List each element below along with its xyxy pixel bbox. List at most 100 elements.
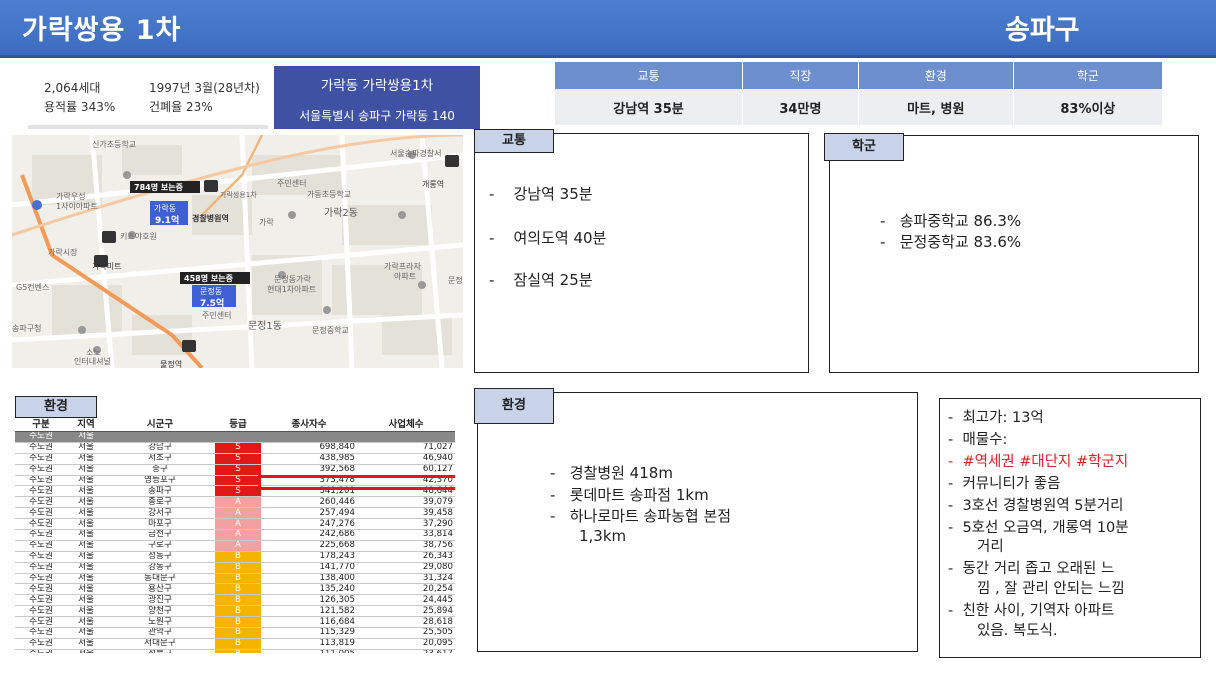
table-cell: 38,756 bbox=[357, 540, 455, 552]
table-cell: 동대문구 bbox=[105, 573, 215, 585]
table-cell: S bbox=[215, 464, 261, 476]
table-cell: 25,894 bbox=[357, 605, 455, 618]
table-cell: 강서구 bbox=[105, 507, 215, 520]
table-cell: 수도권 bbox=[15, 540, 67, 552]
table-cell: 28,618 bbox=[357, 616, 455, 629]
traffic-item-text: 여의도역 40분 bbox=[513, 229, 607, 247]
environment-item: - 하나로마트 송파농협 본점 bbox=[550, 507, 732, 525]
table-cell: 서울 bbox=[67, 475, 105, 487]
note-text-cont: 낌 , 잘 관리 안되는 느낌 bbox=[977, 581, 1125, 597]
map-label: 아파트 bbox=[394, 272, 417, 281]
table-cell: 서울 bbox=[67, 453, 105, 465]
traffic-tag: 교통 bbox=[474, 129, 554, 153]
table-cell: 영등포구 bbox=[105, 475, 215, 487]
table-cell: 마포구 bbox=[105, 518, 215, 531]
map-label: 문정중학교 bbox=[312, 326, 349, 335]
building-coverage-ratio: 건폐율 23% bbox=[149, 100, 213, 114]
table-row: 수도권 서울 종로구 A 260,446 39,079 bbox=[15, 496, 455, 509]
table-cell: S bbox=[215, 475, 261, 487]
table-cell: B bbox=[215, 627, 261, 639]
table-cell: 135,240 bbox=[261, 583, 357, 596]
map-view[interactable]: 신가초등학교 서울송파경찰서 784명 보는중 가락동 9.1억 경찰병원역 가… bbox=[12, 135, 463, 368]
table-cell: 수도권 bbox=[15, 627, 67, 639]
table-cell: S bbox=[215, 442, 261, 454]
table-cell: 서울 bbox=[67, 573, 105, 585]
table-cell: 송파구 bbox=[105, 485, 215, 498]
map-label: 주민센터 bbox=[202, 311, 232, 320]
table-cell: 노원구 bbox=[105, 616, 215, 629]
households: 2,064세대 bbox=[44, 81, 101, 95]
table-cell: B bbox=[215, 583, 261, 596]
map-label: 현대1차아파트 bbox=[267, 285, 317, 294]
table-cell: B bbox=[215, 573, 261, 585]
note-item: - 동간 거리 좁고 오래된 느 bbox=[948, 561, 1115, 577]
table-cell: 31,324 bbox=[357, 573, 455, 585]
map-label: 가락미트 bbox=[92, 262, 122, 271]
table-cell: 46,940 bbox=[357, 453, 455, 465]
table-cell: 서울 bbox=[67, 485, 105, 498]
table-cell: S bbox=[215, 485, 261, 498]
table-cell: 서울 bbox=[67, 594, 105, 607]
apartment-address: 서울특별시 송파구 가락동 140 bbox=[299, 109, 455, 123]
page-title: 가락쌍용 1차 bbox=[22, 15, 182, 46]
table-cell: 25,505 bbox=[357, 627, 455, 639]
table-cell: 서울 bbox=[67, 638, 105, 650]
table-cell: 강동구 bbox=[105, 562, 215, 574]
environment-item: - 롯데마트 송파점 1km bbox=[550, 486, 709, 504]
summary-header: 환경 bbox=[858, 62, 1014, 89]
note-listings: 매물수: bbox=[962, 432, 1008, 448]
map-label: 물정역 bbox=[160, 360, 183, 368]
table-cell: 서울 bbox=[67, 562, 105, 574]
summary-table: 교통 직장 환경 학군 강남역 35분 34만명 마트, 병원 83%이상 bbox=[555, 62, 1164, 125]
table-cell: 121,582 bbox=[261, 605, 357, 618]
table-row: 수도권 서울 구로구 A 225,668 38,756 bbox=[15, 540, 455, 552]
table-cell: 수도권 bbox=[15, 485, 67, 498]
map-label: 가락2동 bbox=[324, 208, 358, 219]
map-label: 서울송파경찰서 bbox=[390, 149, 442, 158]
table-cell: 수도권 bbox=[15, 616, 67, 629]
table-cell: 서울 bbox=[67, 464, 105, 476]
table-cell: 26,343 bbox=[357, 551, 455, 563]
district-title: 송파구 bbox=[1005, 15, 1080, 46]
apartment-name-box: 가락동 가락쌍용1차 서울특별시 송파구 가락동 140 bbox=[274, 66, 480, 129]
table-cell: 71,027 bbox=[357, 442, 455, 454]
table-cell: 성동구 bbox=[105, 551, 215, 563]
map-viewers-badge: 458명 보는중 bbox=[184, 274, 233, 283]
table-cell: 광진구 bbox=[105, 594, 215, 607]
table-cell: 서울 bbox=[67, 627, 105, 639]
table-row: 수도권 서울 서초구 S 438,985 46,940 bbox=[15, 453, 455, 465]
map-label: 주민센터 bbox=[277, 179, 307, 188]
map-label: 신가초등학교 bbox=[92, 140, 137, 149]
map-label: 경찰병원역 bbox=[192, 214, 229, 223]
table-cell: 서울 bbox=[67, 431, 105, 443]
table-cell: 60,127 bbox=[357, 464, 455, 476]
table-cell: 33,814 bbox=[357, 529, 455, 541]
note-item: - 친한 사이, 기역자 아파트 bbox=[948, 603, 1115, 619]
table-cell: 수도권 bbox=[15, 551, 67, 563]
table-cell: 111,005 bbox=[261, 649, 357, 653]
table-cell: 수도권 bbox=[15, 518, 67, 531]
table-cell bbox=[261, 431, 357, 443]
table-row: 수도권 서울 양천구 B 121,582 25,894 bbox=[15, 605, 455, 618]
traffic-item: - 잠실역 25분 bbox=[489, 271, 593, 289]
school-tag: 학군 bbox=[824, 133, 904, 161]
column-header: 사업체수 bbox=[357, 418, 455, 432]
table-cell: 392,568 bbox=[261, 464, 357, 476]
table-cell: 종로구 bbox=[105, 496, 215, 509]
table-cell: 서울 bbox=[67, 616, 105, 629]
table-cell: 금천구 bbox=[105, 529, 215, 541]
table-cell: 225,668 bbox=[261, 540, 357, 552]
table-cell: 39,079 bbox=[357, 496, 455, 509]
table-cell: 29,080 bbox=[357, 562, 455, 574]
table-cell: 수도권 bbox=[15, 562, 67, 574]
map-label: 가동초등학교 bbox=[307, 190, 352, 199]
map-label: 키즈야호원 bbox=[120, 232, 157, 241]
table-cell: 115,329 bbox=[261, 627, 357, 639]
school-item: - 문정중학교 83.6% bbox=[880, 233, 1022, 251]
table-row: 수도권 서울 성동구 B 178,243 26,343 bbox=[15, 551, 455, 563]
table-cell: 성북구 bbox=[105, 649, 215, 653]
table-cell: B bbox=[215, 594, 261, 607]
table-cell: 서대문구 bbox=[105, 638, 215, 650]
table-cell: 141,770 bbox=[261, 562, 357, 574]
table-cell: 수도권 bbox=[15, 605, 67, 618]
